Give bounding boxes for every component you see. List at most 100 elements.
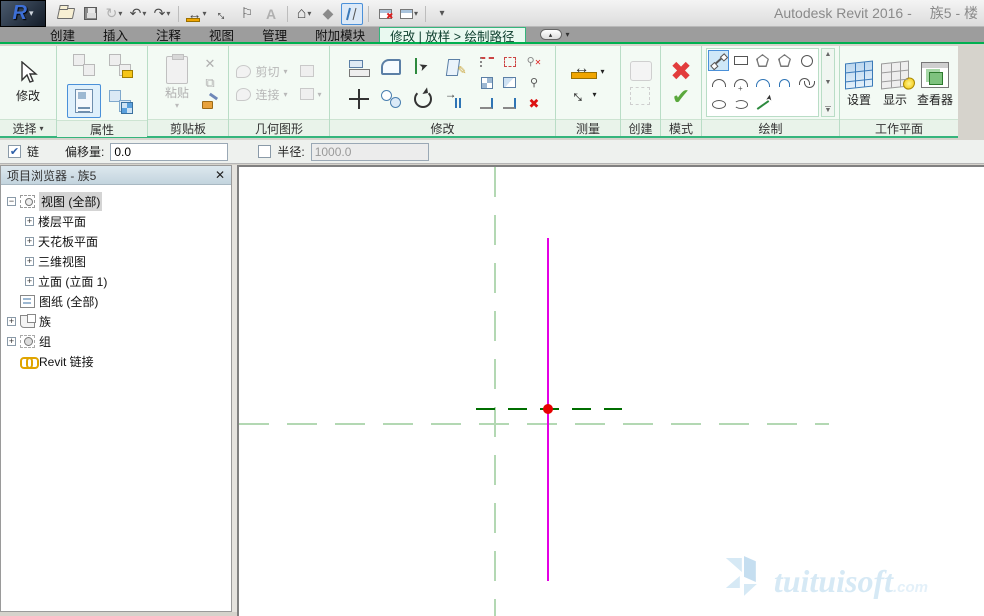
trim-extend-button[interactable]: [440, 84, 470, 114]
draw-spline-tool[interactable]: [796, 72, 817, 93]
tree-item-revit-links[interactable]: Revit 链接: [1, 351, 231, 371]
close-hidden-windows-button[interactable]: ✖: [374, 3, 396, 25]
chain-checkbox[interactable]: ✔: [8, 145, 21, 158]
cancel-edit-mode-button[interactable]: ✖: [670, 58, 692, 84]
draw-line-tool[interactable]: [708, 50, 729, 71]
array-button[interactable]: [476, 73, 498, 93]
trim-corner-button[interactable]: [408, 52, 438, 82]
radius-input[interactable]: [311, 143, 429, 161]
gallery-expand-icon[interactable]: ▼: [825, 106, 832, 114]
reference-plane-horizontal[interactable]: [239, 423, 829, 425]
redo-button[interactable]: ↷▾: [151, 3, 173, 25]
properties-button[interactable]: [67, 84, 101, 118]
switch-windows-button[interactable]: ▾: [398, 3, 420, 25]
expand-expander[interactable]: +: [25, 277, 34, 286]
application-menu-button[interactable]: R ▾: [0, 0, 46, 27]
show-workplane-button[interactable]: 显示: [881, 62, 909, 108]
tab-addins[interactable]: 附加模块: [301, 27, 379, 42]
draw-partial-ellipse-tool[interactable]: [730, 94, 751, 115]
panel-select-footer[interactable]: 选择 ▾: [0, 119, 56, 136]
set-workplane-button[interactable]: 设置: [845, 62, 873, 108]
draw-rectangle-tool[interactable]: [730, 50, 751, 71]
chevron-down-icon[interactable]: ▾: [566, 30, 570, 39]
ribbon-collapse-control[interactable]: ▴ ▾: [540, 27, 570, 42]
tab-insert[interactable]: 插入: [89, 27, 142, 42]
draw-ellipse-tool[interactable]: [708, 94, 729, 115]
save-button[interactable]: [79, 3, 101, 25]
tree-item-views[interactable]: − 视图 (全部): [1, 191, 231, 211]
scroll-up-icon[interactable]: ▲: [825, 51, 832, 58]
collapse-pill-icon[interactable]: ▴: [540, 29, 562, 40]
customize-qat-button[interactable]: ▾: [431, 3, 453, 25]
tree-item-ceiling-plans[interactable]: + 天花板平面: [1, 231, 231, 251]
pin-button[interactable]: ⚲: [527, 73, 542, 93]
collapse-expander[interactable]: −: [7, 197, 16, 206]
family-types-button[interactable]: [67, 48, 101, 82]
reference-plane-vertical[interactable]: [494, 167, 496, 616]
create-group-button[interactable]: [630, 61, 652, 81]
tree-item-groups[interactable]: + 组: [1, 331, 231, 351]
text-button[interactable]: A: [260, 3, 282, 25]
family-category-button[interactable]: [103, 48, 137, 82]
section-button[interactable]: ◆: [317, 3, 339, 25]
draw-fillet-arc-tool[interactable]: [774, 72, 795, 93]
edit-boundary-button[interactable]: [499, 52, 521, 72]
create-similar-button[interactable]: [630, 87, 650, 105]
tree-item-elevations[interactable]: + 立面 (立面 1): [1, 271, 231, 291]
scroll-down-icon[interactable]: ▼: [825, 79, 832, 86]
delete-button[interactable]: ✖: [527, 94, 542, 114]
rotate-button[interactable]: [408, 84, 438, 114]
draw-arc-tangent-tool[interactable]: [752, 72, 773, 93]
tree-item-floor-plans[interactable]: + 楼层平面: [1, 211, 231, 231]
sync-button[interactable]: ↻▾: [103, 3, 125, 25]
family-types-grid-button[interactable]: [103, 84, 137, 118]
thin-lines-toggle[interactable]: [341, 3, 363, 25]
offset-input[interactable]: [110, 143, 228, 161]
path-point-marker[interactable]: [543, 404, 553, 414]
offset-left-button[interactable]: [476, 94, 498, 114]
measure-between-button[interactable]: ▾: [571, 64, 604, 80]
expand-expander[interactable]: +: [25, 257, 34, 266]
radius-checkbox[interactable]: [258, 145, 271, 158]
expand-expander[interactable]: +: [7, 337, 16, 346]
cut-geometry-button[interactable]: 剪切 ▾: [236, 63, 321, 80]
undo-button[interactable]: ↶▾: [127, 3, 149, 25]
close-icon[interactable]: ✕: [215, 168, 225, 182]
unpin-button[interactable]: ⚲✕: [527, 52, 542, 72]
tree-item-sheets[interactable]: 图纸 (全部): [1, 291, 231, 311]
copy-element-button[interactable]: [376, 84, 406, 114]
scale-button[interactable]: [499, 73, 521, 93]
tree-item-3d-views[interactable]: + 三维视图: [1, 251, 231, 271]
move-button[interactable]: [344, 84, 374, 114]
draw-arc-start-end-tool[interactable]: [708, 72, 729, 93]
cope-button[interactable]: [376, 52, 406, 82]
expand-expander[interactable]: +: [25, 237, 34, 246]
join-geometry-button[interactable]: 连接 ▾ ▾: [236, 86, 321, 103]
draw-circle-tool[interactable]: [796, 50, 817, 71]
finish-edit-mode-button[interactable]: ✔: [672, 86, 690, 108]
draw-circumscribed-polygon-tool[interactable]: [774, 50, 795, 71]
split-element-button[interactable]: [440, 52, 470, 82]
open-button[interactable]: [55, 3, 77, 25]
align-button[interactable]: [344, 52, 374, 82]
expand-expander[interactable]: +: [7, 317, 16, 326]
expand-expander[interactable]: +: [25, 217, 34, 226]
paste-button[interactable]: 粘贴 ▾: [157, 56, 197, 110]
measure-button[interactable]: ↔▾: [184, 3, 210, 25]
match-type-button[interactable]: [201, 94, 219, 110]
tree-item-families[interactable]: + 族: [1, 311, 231, 331]
draw-inscribed-polygon-tool[interactable]: [752, 50, 773, 71]
offset-right-button[interactable]: [499, 94, 521, 114]
cut-button[interactable]: ✕: [201, 56, 219, 72]
draw-gallery-scrollbar[interactable]: ▲ ▼ ▼: [821, 48, 835, 117]
aligned-dimension-ribbon-button[interactable]: ↔ ▾: [571, 88, 604, 102]
tab-manage[interactable]: 管理: [248, 27, 301, 42]
tab-annotate[interactable]: 注释: [142, 27, 195, 42]
workplane-viewer-button[interactable]: 查看器: [917, 62, 953, 108]
project-browser-header[interactable]: 项目浏览器 - 族5 ✕: [1, 166, 231, 185]
cut-profile-button[interactable]: [476, 52, 498, 72]
pick-lines-tool[interactable]: [752, 94, 773, 115]
default-3d-view-button[interactable]: ⌂▾: [293, 3, 315, 25]
tab-view[interactable]: 视图: [195, 27, 248, 42]
draw-arc-center-tool[interactable]: [730, 72, 751, 93]
